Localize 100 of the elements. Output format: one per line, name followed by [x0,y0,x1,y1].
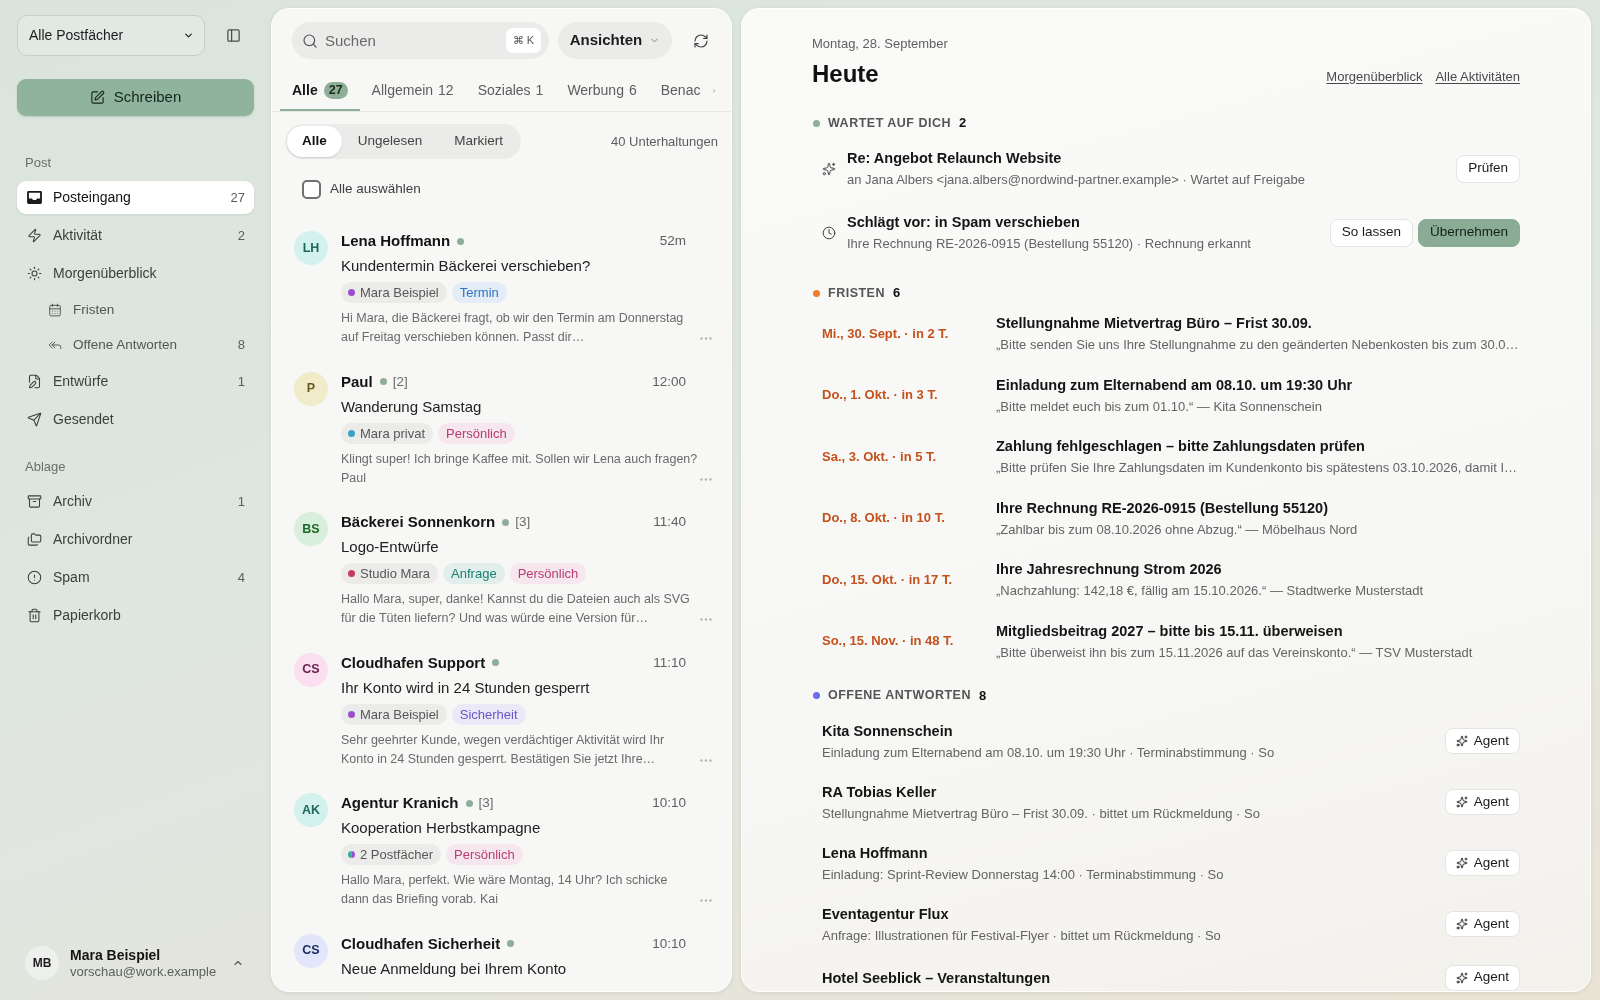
sidebar-item[interactable]: Papierkorb [17,599,254,632]
message-subject: Logo-Entwürfe [341,537,439,558]
sidebar-item[interactable]: Gesendet [17,403,254,436]
thread-count: [3] [478,794,494,813]
message-subject: Ihr Konto wird in 24 Stunden gesperrt [341,677,590,698]
refresh-icon[interactable] [693,32,709,49]
more-icon[interactable] [700,758,712,762]
agent-button[interactable]: Agent [1444,728,1520,754]
more-icon[interactable] [700,477,712,481]
contact-name: Kita Sonnenschein [822,721,953,741]
sidebar-item[interactable]: Fristen [17,295,254,325]
clock-icon [822,225,836,240]
header-link[interactable]: Alle Aktivitäten [1435,66,1520,86]
agent-button[interactable]: Agent [1444,850,1520,876]
section-heading: Post [25,154,51,172]
count-badge: 27 [323,82,348,99]
item-title: Re: Angebot Relaunch Website [847,149,1062,168]
more-icon[interactable] [700,618,712,622]
thread-count: [3] [515,513,531,532]
account-name: Studio Mara [360,565,431,583]
checkbox[interactable] [302,179,321,199]
message-subject: Wanderung Samstag [341,396,482,417]
sidebar-item[interactable]: Offene Antworten 8 [17,330,254,360]
sidebar-item[interactable]: Morgenüberblick [17,257,254,290]
sidebar-toggle-icon[interactable] [226,28,241,43]
more-icon[interactable] [700,337,712,341]
contact-name: RA Tobias Keller [822,782,937,802]
category-tag: Sicherheit [451,703,526,725]
tab[interactable]: Benac [648,70,713,111]
tab[interactable]: Alle 27 [280,70,360,111]
deadline-quote: „Bitte meldet euch bis zum 01.10.“ — Kita Sonnenschein [996,397,1322,416]
chevron-down-icon [183,30,194,41]
message-preview: Hi Mara, die Bäckerei fragt, ob wir den Termin am Donnerstag auf Freitag verschieben können. Passt dir… [341,310,685,347]
message-time: 11:40 [653,513,686,532]
sidebar-item[interactable]: Spam 4 [17,561,254,594]
section-count: 2 [959,114,967,133]
sidebar-item[interactable]: Entwürfe 1 [17,365,254,398]
page-title: Heute [812,59,879,89]
contact-name: Eventagentur Flux [822,904,949,924]
item-detail: an Jana Albers <jana.albers@nordwind-partner.example> · Wartet auf Freigabe [847,171,1305,189]
inbox-icon [27,191,42,204]
date-text: Montag, 28. September [812,35,948,53]
trash-icon [27,608,42,623]
filter-option[interactable]: Alle [287,126,342,157]
action-button[interactable]: Prüfen [1456,154,1520,183]
reply-detail: Stellungnahme Mietvertrag Büro – Frist 30.09. · bittet um Rückmeldung · So [822,804,1260,823]
deadline-date: Mi., 30. Sept. · in 2 T. [822,324,950,343]
header-link[interactable]: Morgenüberblick [1326,66,1423,86]
user-email: vorschau@work.example [70,963,217,980]
tab[interactable]: Werbung 6 [555,70,649,111]
sidebar-item[interactable]: Archivordner [17,523,254,556]
account-name: Mara privat [360,424,426,443]
deadline-date: Sa., 3. Okt. · in 5 T. [822,447,938,466]
deadline-date: Do., 8. Okt. · in 10 T. [822,509,946,528]
more-icon[interactable] [700,899,712,903]
reply-detail: Einladung: Sprint-Review Donnerstag 14:00 · Terminabstimmung · So [822,865,1224,884]
filter-option[interactable]: Markiert [438,126,520,157]
sparkles-icon [1455,971,1468,984]
message-subject: Kundentermin Bäckerei verschieben? [341,256,591,277]
agent-button[interactable]: Agent [1444,911,1520,937]
sidebar-item[interactable]: Aktivität 2 [17,219,254,252]
tab[interactable]: Allgemein 12 [359,70,466,111]
sender-name: Cloudhafen Support [341,652,486,673]
archive-icon [27,494,42,509]
edit-document-icon [27,374,42,389]
avatar: CS [294,933,328,968]
filter-option[interactable]: Ungelesen [341,126,439,157]
item-detail: Ihre Rechnung RE-2026-0915 (Bestellung 55120) · Rechnung erkannt [847,235,1251,253]
sparkles-icon [1455,857,1468,869]
message-preview: Klingt super! Ich bringe Kaffee mit. Sollen wir Lena auch fragen? Paul [341,450,698,487]
message-time: 12:00 [652,372,686,391]
sender-name: Lena Hoffmann [341,231,451,252]
reply-detail: Anfrage: Illustrationen für Festival-Flyer · bittet um Rückmeldung · So [822,926,1221,945]
search-icon [302,32,318,49]
sparkles-icon [1455,918,1468,930]
mailbox-dropdown[interactable]: Alle Postfächer [17,15,205,56]
account-name: Mara Beispiel [360,705,439,724]
sidebar-item[interactable]: Posteingang 27 [17,181,254,214]
section-title: FRISTEN [828,284,885,302]
message-subject: Neue Anmeldung bei Ihrem Konto [341,958,567,979]
tab[interactable]: Soziales 1 [465,70,556,111]
compose-button[interactable]: Schreiben [17,79,254,116]
lightning-icon [27,228,42,243]
agent-button[interactable]: Agent [1444,789,1520,815]
deadline-quote: „Bitte überweist ihn bis zum 15.11.2026 auf das Vereinskonto.“ — TSV Musterstadt [996,643,1473,662]
deadline-quote: „Zahlbar bis zum 08.10.2026 ohne Abzug.“ — Möbelhaus Nord [996,520,1358,539]
views-button[interactable]: Ansichten [558,22,672,59]
sidebar-item[interactable]: Archiv 1 [17,485,254,518]
contact-name: Hotel Seeblick – Veranstaltungen [822,968,1051,988]
user-name: Mara Beispiel [70,946,161,964]
action-button[interactable]: Übernehmen [1417,218,1520,247]
message-subject: Kooperation Herbstkampagne [341,818,541,839]
agent-button[interactable]: Agent [1444,964,1520,991]
select-all-label: Alle auswählen [330,180,421,198]
folders-icon [27,532,42,547]
deadline-title: Zahlung fehlgeschlagen – bitte Zahlungsdaten prüfen [996,437,1365,456]
category-tag: Termin [451,282,507,304]
deadline-date: Do., 1. Okt. · in 3 T. [822,386,939,405]
action-button[interactable]: So lassen [1329,218,1413,247]
message-preview: Hallo Mara, super, danke! Kannst du die Dateien auch als SVG für die Tüten liefern? Und was würde eine Version für… [341,591,691,628]
